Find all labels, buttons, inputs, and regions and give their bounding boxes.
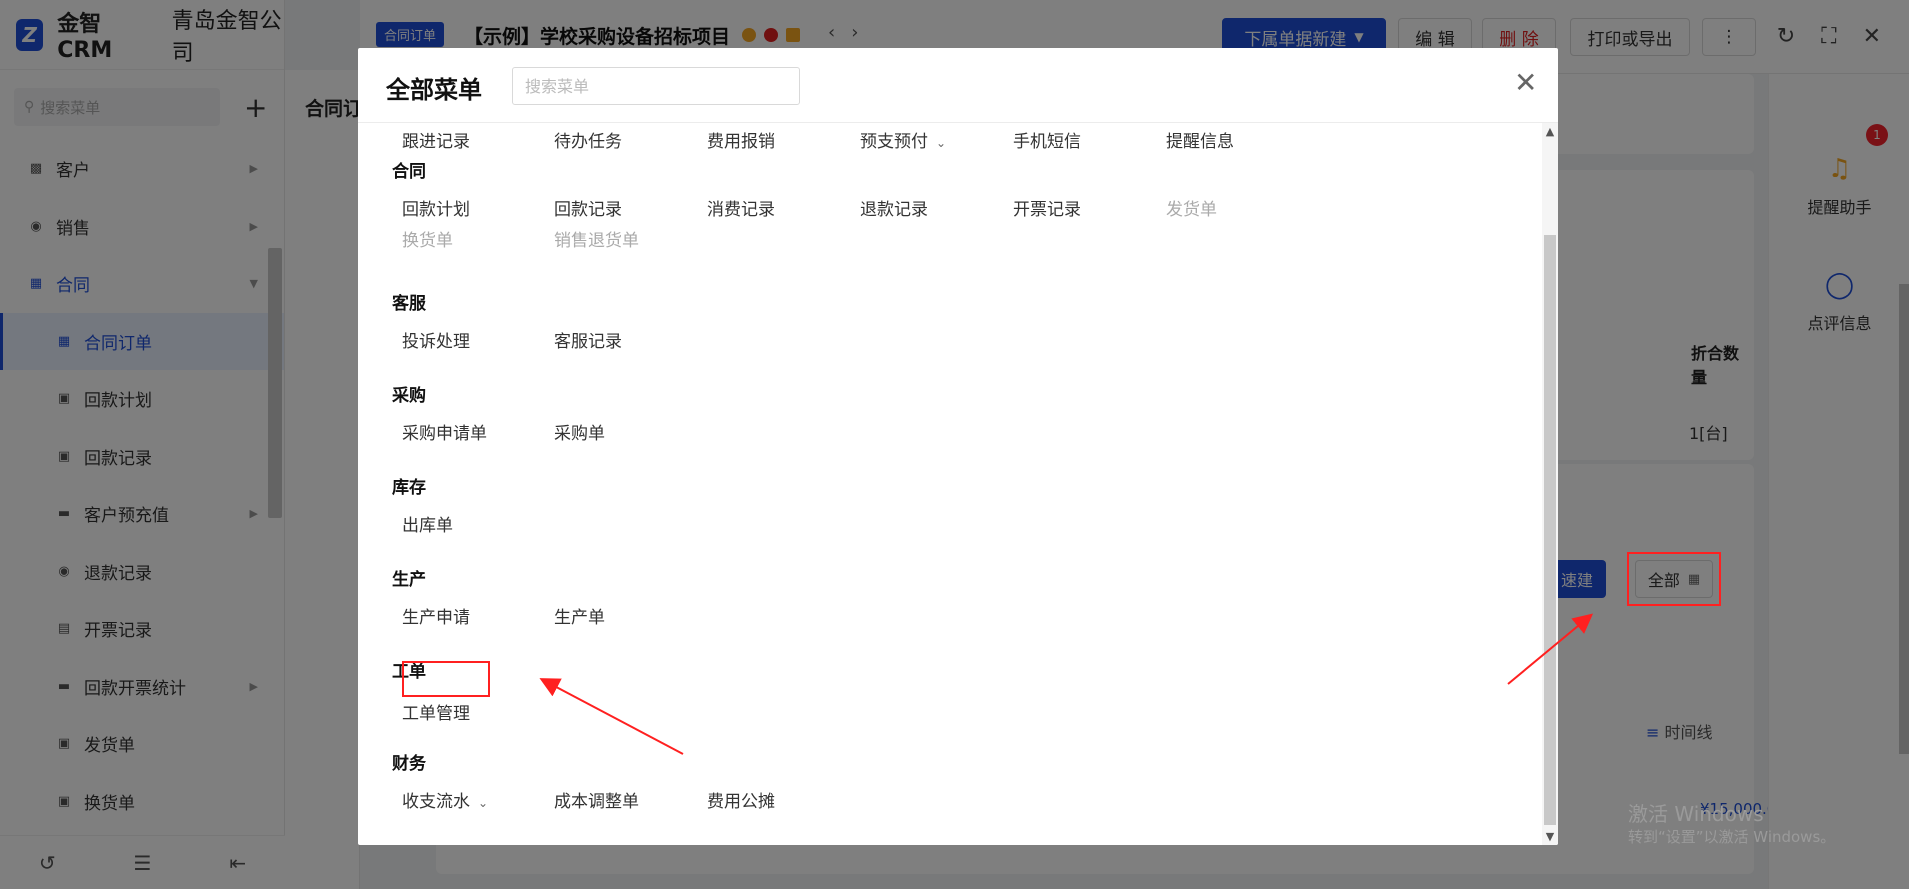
chevron-down-icon: ⌄ <box>478 796 489 810</box>
menu-entry-label: 成本调整单 <box>554 792 639 812</box>
menu-entry[interactable]: 生产申请 <box>402 603 470 628</box>
scroll-down-icon[interactable]: ▼ <box>1542 830 1558 843</box>
menu-entry[interactable]: 采购申请单 <box>402 419 487 444</box>
menu-entry[interactable]: 消费记录 <box>707 195 775 220</box>
menu-entry: 换货单 <box>402 226 453 251</box>
menu-entry[interactable]: 收支流水 ⌄ <box>402 787 488 812</box>
menu-entry-label: 跟进记录 <box>402 132 470 152</box>
menu-entry[interactable]: 采购单 <box>554 419 605 444</box>
menu-entry: 销售退货单 <box>554 226 639 251</box>
menu-group-title: 采购 <box>392 386 426 406</box>
menu-entry-label: 开票记录 <box>1013 200 1081 220</box>
menu-entry-label: 费用报销 <box>707 132 775 152</box>
production-request-annotation-box <box>402 661 490 697</box>
menu-group-title: 合同 <box>392 162 426 182</box>
menu-entry-label: 费用公摊 <box>707 792 775 812</box>
menu-entry-label: 回款计划 <box>402 200 470 220</box>
menu-entry-label: 退款记录 <box>860 200 928 220</box>
menu-group-title: 财务 <box>392 754 426 774</box>
menu-entry[interactable]: 提醒信息 <box>1166 127 1234 152</box>
all-menu-modal: 全部菜单 ✕ 跟进记录 待办任务 费用报销 预支预付 ⌄ 手机短信 提醒信息合同回款计划 回款… <box>358 48 1558 845</box>
modal-scrollbar-thumb[interactable] <box>1544 235 1556 825</box>
menu-entry[interactable]: 投诉处理 <box>402 327 470 352</box>
menu-entry[interactable]: 客服记录 <box>554 327 622 352</box>
menu-entry-label: 生产申请 <box>402 608 470 628</box>
menu-entry[interactable]: 回款计划 <box>402 195 470 220</box>
menu-entry-label: 发货单 <box>1166 200 1217 220</box>
menu-entry[interactable]: 成本调整单 <box>554 787 639 812</box>
menu-entry[interactable]: 手机短信 <box>1013 127 1081 152</box>
all-button-annotation-box <box>1627 552 1721 606</box>
windows-watermark-subtitle: 转到“设置”以激活 Windows。 <box>1628 828 1836 846</box>
menu-entry-label: 采购申请单 <box>402 424 487 444</box>
menu-entry-label: 收支流水 <box>402 792 470 812</box>
menu-entry-label: 回款记录 <box>554 200 622 220</box>
modal-title: 全部菜单 <box>386 76 482 104</box>
menu-entry[interactable]: 跟进记录 <box>402 127 470 152</box>
menu-entry-label: 出库单 <box>402 516 453 536</box>
menu-entry[interactable]: 待办任务 <box>554 127 622 152</box>
modal-scrollbar[interactable]: ▲ ▼ <box>1542 123 1558 845</box>
menu-entry-label: 投诉处理 <box>402 332 470 352</box>
menu-entry-label: 客服记录 <box>554 332 622 352</box>
menu-entry[interactable]: 回款记录 <box>554 195 622 220</box>
menu-group-title: 库存 <box>392 478 426 498</box>
menu-entry[interactable]: 预支预付 ⌄ <box>860 127 946 152</box>
menu-entry-label: 手机短信 <box>1013 132 1081 152</box>
menu-entry-label: 待办任务 <box>554 132 622 152</box>
menu-entry-label: 预支预付 <box>860 132 928 152</box>
menu-entry-label: 销售退货单 <box>554 231 639 251</box>
windows-watermark-title: 激活 Windows <box>1628 802 1764 826</box>
modal-menu-list: 跟进记录 待办任务 费用报销 预支预付 ⌄ 手机短信 提醒信息合同回款计划 回款记录 消费记录 退… <box>358 123 1542 845</box>
menu-entry[interactable]: 生产单 <box>554 603 605 628</box>
menu-entry-label: 消费记录 <box>707 200 775 220</box>
menu-entry-label: 提醒信息 <box>1166 132 1234 152</box>
menu-entry-label: 采购单 <box>554 424 605 444</box>
menu-entry-label: 生产单 <box>554 608 605 628</box>
menu-entry[interactable]: 开票记录 <box>1013 195 1081 220</box>
menu-entry: 发货单 <box>1166 195 1217 220</box>
close-icon[interactable]: ✕ <box>1514 66 1537 99</box>
menu-entry[interactable]: 费用报销 <box>707 127 775 152</box>
menu-group-title: 生产 <box>392 570 426 590</box>
scroll-up-icon[interactable]: ▲ <box>1542 125 1558 138</box>
modal-header: 全部菜单 ✕ <box>358 48 1558 123</box>
menu-entry[interactable]: 退款记录 <box>860 195 928 220</box>
menu-group-title: 客服 <box>392 294 426 314</box>
menu-entry[interactable]: 工单管理 <box>402 699 470 724</box>
chevron-down-icon: ⌄ <box>936 136 947 150</box>
menu-entry[interactable]: 出库单 <box>402 511 453 536</box>
menu-entry-label: 换货单 <box>402 231 453 251</box>
menu-entry[interactable]: 费用公摊 <box>707 787 775 812</box>
modal-search-input[interactable] <box>512 67 800 105</box>
menu-entry-label: 工单管理 <box>402 704 470 724</box>
